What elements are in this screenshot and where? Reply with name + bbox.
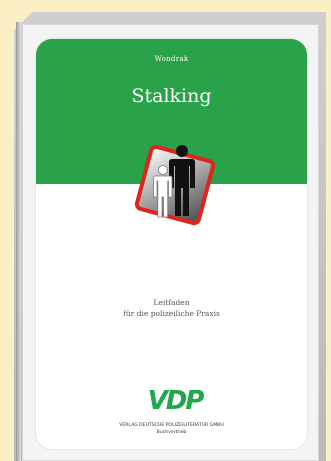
vdp-logo-icon: VDP [146,384,207,416]
book-page-edge [16,22,21,461]
subtitle-line-2: für die polizeiliche Praxis [123,309,220,318]
book-author: Wondrak [154,55,189,63]
publisher-line-1: VERLAG DEUTSCHE POLIZEILITERATUR GMBH [119,423,224,428]
book-subtitle: Leitfaden für die polizeiliche Praxis [36,297,307,319]
book-title: Stalking [131,85,212,107]
two-person-figures-icon [129,139,221,231]
vdp-logo-text: VDP [148,386,204,414]
publisher-name: VERLAG DEUTSCHE POLIZEILITERATUR GMBH Bu… [36,422,307,436]
subtitle-line-1: Leitfaden [153,298,190,307]
book-cover[interactable]: Wondrak Stalking Leitfaden für die poliz… [22,24,319,461]
product-image: Wondrak Stalking Leitfaden für die poliz… [0,0,331,461]
publisher-line-2: Buchvertrieb [156,430,187,435]
cover-panel: Wondrak Stalking Leitfaden für die poliz… [36,39,307,449]
